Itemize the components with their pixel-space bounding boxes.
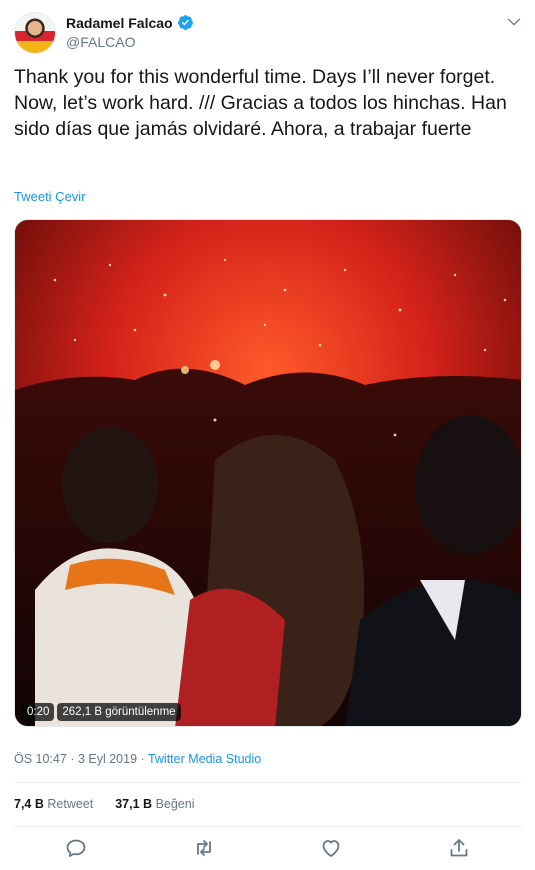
tweet-date[interactable]: 3 Eyl 2019 [78,752,137,766]
author-display-name[interactable]: Radamel Falcao [66,15,173,31]
avatar[interactable] [14,12,56,54]
video-duration: 0:20 [22,703,55,721]
meta-separator: · [70,752,75,766]
video-thumbnail [15,220,521,726]
retweet-icon[interactable] [192,836,216,860]
divider [14,782,522,783]
chevron-down-icon[interactable] [506,14,522,30]
share-icon[interactable] [447,836,471,860]
video-player[interactable] [14,219,522,727]
reply-icon[interactable] [64,836,88,860]
likes-count: 37,1 B [115,797,153,811]
meta-separator: · [140,752,145,766]
tweet-source-link[interactable]: Twitter Media Studio [148,752,261,766]
likes-stat[interactable]: 37,1 B Beğeni [115,797,194,811]
author-name-row[interactable]: Radamel Falcao [66,14,194,31]
retweets-count: 7,4 B [14,797,44,811]
likes-label: Beğeni [155,797,195,811]
tweet-meta: ÖS 10:47 · 3 Eyl 2019 · Twitter Media St… [14,752,261,766]
retweets-stat[interactable]: 7,4 B Retweet [14,797,93,811]
verified-badge-icon [177,15,193,30]
tweet-header: Radamel Falcao @FALCAO [14,12,522,56]
translate-tweet-link[interactable]: Tweeti Çevir [14,189,86,204]
divider [14,826,522,827]
tweet-actions [14,836,522,860]
video-overlay-badges: 0:20 262,1 B görüntülenme [22,703,181,721]
video-view-count: 262,1 B görüntülenme [57,703,181,721]
like-icon[interactable] [319,836,343,860]
tweet-stats: 7,4 B Retweet 37,1 B Beğeni [14,797,195,811]
tweet-time[interactable]: ÖS 10:47 [14,752,67,766]
author-handle[interactable]: @FALCAO [66,34,135,50]
retweets-label: Retweet [47,797,94,811]
tweet-text: Thank you for this wonderful time. Days … [14,66,507,140]
